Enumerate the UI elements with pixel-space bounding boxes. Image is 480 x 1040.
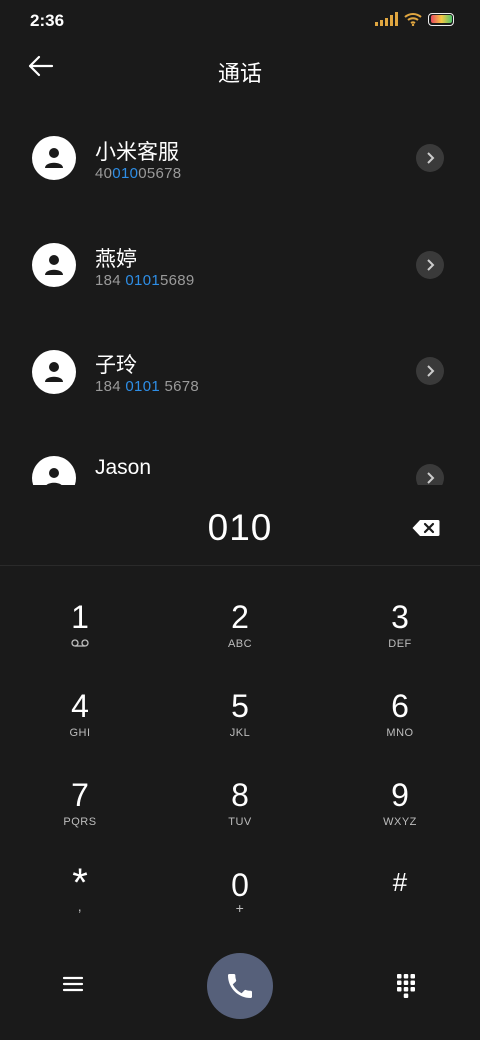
wifi-icon — [404, 13, 422, 26]
page-title: 通话 — [217, 61, 262, 86]
voicemail-icon — [20, 638, 140, 650]
contact-name: 燕婷 — [95, 248, 137, 271]
call-button[interactable] — [207, 953, 273, 1019]
backspace-button[interactable] — [412, 519, 442, 539]
avatar-icon — [45, 255, 63, 275]
dialed-number[interactable]: 010 — [0, 507, 480, 549]
key-digit: 4 — [71, 688, 89, 724]
dialpad-icon — [397, 974, 415, 998]
number-part: 05678 — [138, 165, 182, 182]
number-match: 010 — [112, 165, 139, 182]
battery-icon — [428, 12, 454, 26]
key-0[interactable]: 0 + — [180, 866, 300, 946]
list-item[interactable]: 燕婷 184 01015689 — [0, 217, 480, 317]
key-letters: , — [77, 898, 83, 914]
contact-detail-button[interactable] — [416, 464, 444, 485]
bottom-bar — [0, 950, 480, 1022]
dial-display: 010 — [0, 505, 480, 555]
avatar-icon — [46, 468, 62, 485]
key-4[interactable]: 4 GHI — [20, 687, 140, 767]
key-3[interactable]: 3 DEF — [340, 598, 460, 678]
contact-name: Jason — [95, 456, 152, 479]
backspace-icon — [412, 520, 440, 536]
key-letters: PQRS — [63, 816, 97, 828]
contact-number: 4001005678 — [95, 165, 181, 182]
key-digit: 9 — [391, 777, 409, 813]
key-digit: 7 — [71, 777, 89, 813]
contact-number: 184 0101 5678 — [95, 378, 199, 395]
number-match: 0101 — [125, 378, 160, 395]
number-match: 0101 — [125, 272, 160, 289]
number-part: 40 — [95, 165, 113, 182]
key-2[interactable]: 2 ABC — [180, 598, 300, 678]
key-letters: TUV — [228, 816, 252, 828]
contact-detail-button[interactable] — [416, 357, 444, 385]
contact-detail-button[interactable] — [416, 144, 444, 172]
key-digit: 6 — [391, 688, 409, 724]
phone-icon — [228, 974, 252, 998]
key-digit: 0 — [231, 867, 249, 903]
list-item[interactable]: 小米客服 4001005678 — [0, 110, 480, 210]
contact-detail-button[interactable] — [416, 251, 444, 279]
key-letters: MNO — [386, 727, 414, 739]
key-digit: # — [392, 867, 408, 897]
chevron-right-icon — [427, 365, 435, 377]
key-digit: * — [72, 861, 88, 905]
avatar-icon — [45, 148, 63, 168]
status-time: 2:36 — [30, 11, 65, 30]
dialpad-toggle-button[interactable] — [396, 973, 418, 999]
header: 通话 — [0, 48, 480, 92]
key-digit: 5 — [231, 688, 249, 724]
list-item[interactable]: Jason — [0, 430, 480, 485]
key-digit: 8 — [231, 777, 249, 813]
avatar-icon — [45, 362, 63, 382]
key-7[interactable]: 7 PQRS — [20, 776, 140, 856]
key-digit: 2 — [231, 599, 249, 635]
key-letters: JKL — [229, 727, 251, 739]
number-part: 184 — [95, 272, 126, 289]
key-letters: + — [235, 900, 245, 916]
key-letters: GHI — [69, 727, 91, 739]
key-digit: 3 — [391, 599, 409, 635]
key-letters: DEF — [388, 638, 412, 650]
key-6[interactable]: 6 MNO — [340, 687, 460, 767]
number-part: 5689 — [159, 272, 195, 289]
contact-name: 子玲 — [95, 354, 137, 377]
key-letters: ABC — [227, 638, 253, 650]
key-9[interactable]: 9 WXYZ — [340, 776, 460, 856]
contact-list: 小米客服 4001005678 燕婷 184 01015689 子玲 184 0… — [0, 110, 480, 485]
number-part: 5678 — [159, 378, 200, 395]
key-letters: WXYZ — [383, 816, 417, 828]
avatar — [32, 136, 76, 180]
list-item[interactable]: 子玲 184 0101 5678 — [0, 323, 480, 423]
contact-name: 小米客服 — [95, 141, 179, 164]
avatar — [32, 456, 76, 485]
contact-number: 184 01015689 — [95, 272, 195, 289]
key-1[interactable]: 1 — [20, 598, 140, 678]
avatar — [32, 350, 76, 394]
key-digit: 1 — [71, 599, 89, 635]
chevron-right-icon — [427, 472, 435, 484]
key-8[interactable]: 8 TUV — [180, 776, 300, 856]
key-star[interactable]: * , — [20, 861, 140, 946]
avatar — [32, 243, 76, 287]
menu-icon — [62, 976, 84, 992]
key-5[interactable]: 5 JKL — [180, 687, 300, 767]
chevron-right-icon — [427, 259, 435, 271]
chevron-right-icon — [427, 152, 435, 164]
signal-icon — [375, 12, 398, 26]
divider — [0, 565, 480, 566]
status-icons — [375, 12, 454, 26]
status-bar: 2:36 — [0, 0, 480, 40]
number-part: 184 — [95, 378, 126, 395]
menu-button[interactable] — [62, 975, 86, 995]
key-hash[interactable]: # — [340, 866, 460, 946]
